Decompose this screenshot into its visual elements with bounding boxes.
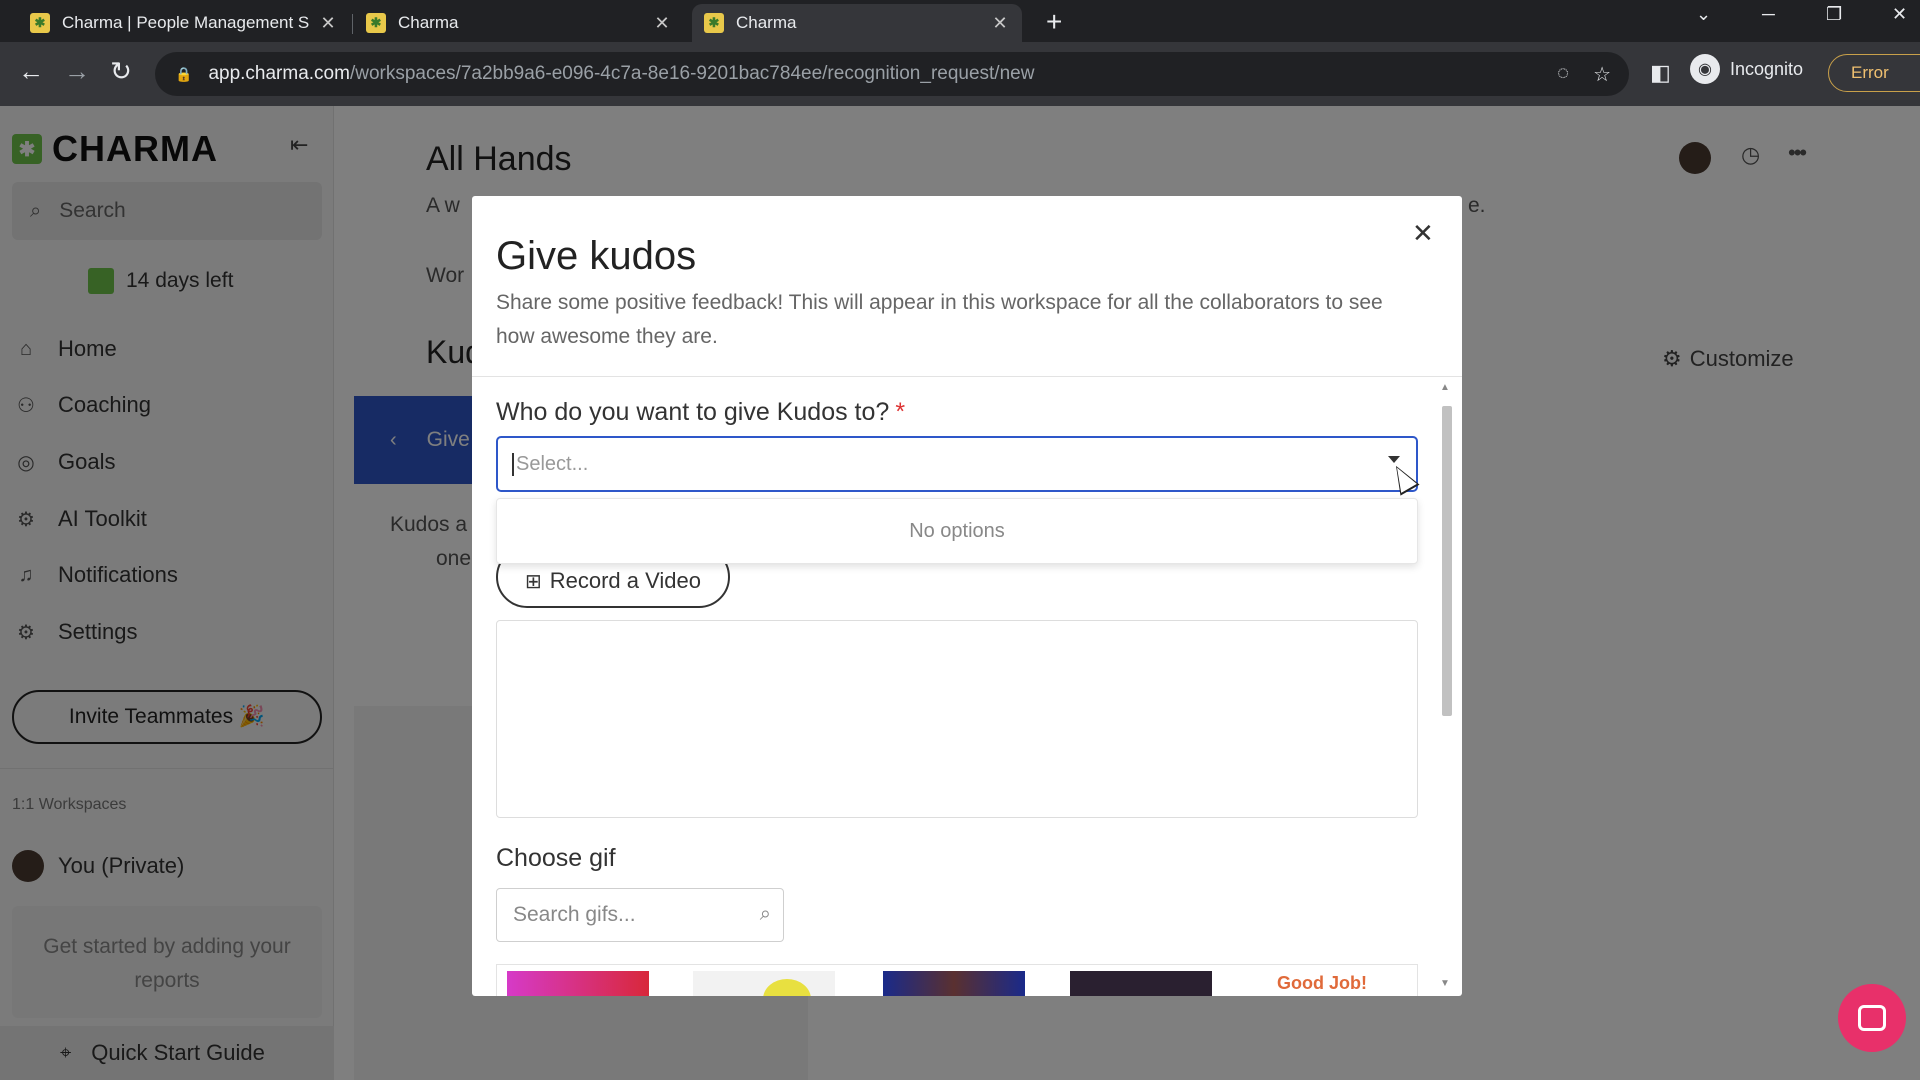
- url-path: /workspaces/7a2bb9a6-e096-4c7a-8e16-9201…: [349, 63, 1035, 84]
- close-icon[interactable]: ✕: [1412, 218, 1434, 249]
- chat-icon: [1858, 1005, 1886, 1031]
- new-tab-icon[interactable]: +: [1046, 6, 1062, 38]
- incognito-label: Incognito: [1730, 58, 1804, 79]
- tab-separator: [352, 14, 353, 34]
- record-label: Record a Video: [549, 568, 701, 593]
- divider: [472, 376, 1462, 377]
- scroll-down-icon[interactable]: ▼: [1440, 978, 1450, 989]
- gif-thumbnail[interactable]: [1070, 971, 1212, 996]
- incognito-icon: ◉: [1690, 54, 1720, 84]
- charma-favicon-icon: ✱: [704, 13, 724, 33]
- close-tab-icon[interactable]: ✕: [318, 13, 338, 34]
- minimize-icon[interactable]: ─: [1762, 4, 1775, 25]
- back-icon[interactable]: ←: [14, 56, 48, 87]
- restore-icon[interactable]: ❐: [1826, 4, 1842, 25]
- gif-thumbnail[interactable]: [693, 971, 835, 996]
- menu-dots-icon: ⋮: [1915, 63, 1920, 83]
- gif-search-placeholder: Search gifs...: [513, 903, 636, 926]
- browser-tab-bar: ✱ Charma | People Management S ✕ ✱ Charm…: [0, 0, 1920, 42]
- required-mark: *: [895, 398, 906, 426]
- charma-favicon-icon: ✱: [366, 13, 386, 33]
- gif-results-row: Good Job!: [496, 964, 1418, 996]
- kudos-message-textarea[interactable]: [496, 620, 1418, 818]
- tab-search-icon[interactable]: ⌄: [1696, 4, 1711, 25]
- gif-thumbnail[interactable]: [507, 971, 649, 996]
- error-label: Error: [1851, 63, 1889, 82]
- gif-search-input[interactable]: Search gifs... ⌕: [496, 888, 784, 942]
- chat-support-button[interactable]: [1838, 984, 1906, 1052]
- recipient-select[interactable]: Select...: [496, 436, 1418, 492]
- modal-description: Share some positive feedback! This will …: [496, 291, 1383, 348]
- close-tab-icon[interactable]: ✕: [652, 13, 672, 34]
- side-panel-icon[interactable]: ◧: [1650, 60, 1671, 86]
- choose-gif-label: Choose gif: [496, 844, 616, 872]
- browser-tab-1[interactable]: ✱ Charma | People Management S ✕: [18, 4, 350, 42]
- tab-title: Charma: [736, 13, 797, 32]
- window-close-icon[interactable]: ✕: [1892, 4, 1907, 25]
- browser-tab-2[interactable]: ✱ Charma ✕: [354, 4, 684, 42]
- gif-thumbnail[interactable]: [883, 971, 1025, 996]
- modal-title: Give kudos: [496, 234, 697, 278]
- incognito-indicator[interactable]: ◉ Incognito: [1690, 54, 1803, 84]
- url-host: app.charma.com: [208, 63, 350, 84]
- bookmark-star-icon[interactable]: ☆: [1593, 62, 1611, 87]
- browser-toolbar: ← → ↻ 🔒 app.charma.com /workspaces/7a2bb…: [0, 42, 1920, 106]
- scroll-up-icon[interactable]: ▲: [1440, 382, 1450, 393]
- question-text: Who do you want to give Kudos to?: [496, 398, 890, 426]
- modal-scrollbar[interactable]: [1442, 406, 1452, 716]
- page: ✱ CHARMA ⇤ ⌕ Search 14 days left ⌂ Home …: [0, 106, 1920, 1080]
- eye-off-icon[interactable]: ◌: [1557, 62, 1569, 87]
- forward-icon[interactable]: →: [60, 56, 94, 87]
- select-dropdown-menu: No options: [496, 498, 1418, 564]
- reload-icon[interactable]: ↻: [104, 56, 138, 87]
- tab-title: Charma | People Management S: [62, 13, 310, 32]
- chevron-down-icon[interactable]: [1388, 456, 1400, 463]
- select-placeholder: Select...: [512, 452, 588, 476]
- lock-icon: 🔒: [175, 65, 193, 82]
- give-kudos-modal: Give kudos ✕ Share some positive feedbac…: [472, 196, 1462, 996]
- address-bar[interactable]: 🔒 app.charma.com /workspaces/7a2bb9a6-e0…: [155, 52, 1629, 96]
- search-icon: ⌕: [759, 903, 771, 925]
- gif-thumbnail-good-job[interactable]: Good Job!: [1277, 973, 1367, 994]
- close-tab-icon[interactable]: ✕: [990, 13, 1010, 34]
- charma-favicon-icon: ✱: [30, 13, 50, 33]
- no-options-text: No options: [909, 519, 1005, 542]
- recipient-question: Who do you want to give Kudos to? *: [496, 398, 905, 427]
- tab-title: Charma: [398, 13, 459, 32]
- browser-tab-3-active[interactable]: ✱ Charma ✕: [692, 4, 1022, 42]
- video-plus-icon: ⊞: [524, 571, 542, 593]
- error-button[interactable]: Error ⋮: [1828, 54, 1920, 92]
